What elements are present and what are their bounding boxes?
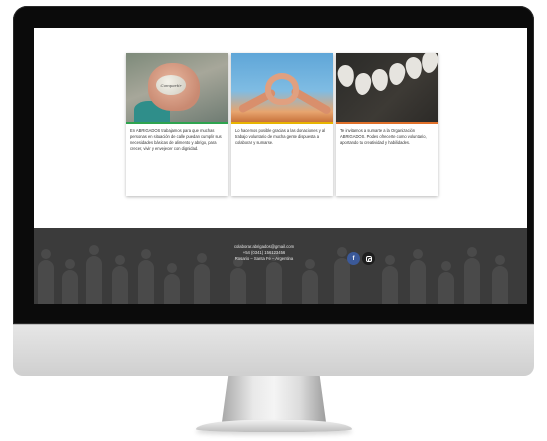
paper-heart xyxy=(370,68,390,92)
card-image-hand-stone: Compartir xyxy=(126,53,228,122)
instagram-icon[interactable] xyxy=(362,252,375,265)
info-card-1: Compartir En ABRIGADOS trabajamos para q… xyxy=(126,53,228,196)
contact-info: colaborar.abrigados@gmail.com +54 (0341)… xyxy=(174,244,354,262)
silhouette xyxy=(464,247,480,304)
silhouette xyxy=(266,251,282,304)
silhouette xyxy=(492,255,508,304)
silhouette xyxy=(194,253,210,304)
card-text: Te invitamos a sumarte a la Organización… xyxy=(340,128,427,145)
card-image-paper-hearts xyxy=(336,53,438,122)
paper-heart xyxy=(420,53,438,75)
footer: colaborar.abrigados@gmail.com +54 (0341)… xyxy=(34,228,527,304)
silhouette xyxy=(438,261,454,304)
facebook-icon[interactable]: f xyxy=(347,252,360,265)
heart-shape xyxy=(265,73,299,105)
info-card-3: Te invitamos a sumarte a la Organización… xyxy=(336,53,438,196)
screen: Compartir En ABRIGADOS trabajamos para q… xyxy=(34,28,527,304)
silhouette xyxy=(62,259,78,304)
paper-heart xyxy=(404,55,424,81)
card-image-heart-hands xyxy=(231,53,333,122)
monitor-stand xyxy=(222,376,326,422)
silhouette xyxy=(334,247,350,304)
silhouette xyxy=(138,249,154,304)
facebook-glyph: f xyxy=(352,255,355,262)
silhouette xyxy=(410,249,426,304)
camera-glyph xyxy=(365,255,372,262)
monitor-chin xyxy=(13,324,534,376)
silhouette xyxy=(38,249,54,304)
paper-heart xyxy=(336,63,356,89)
silhouette xyxy=(382,255,398,304)
contact-location: Rosario – Santa Fe – Argentina xyxy=(234,256,294,261)
card-text: Lo hacemos posible gracias a las donacio… xyxy=(235,128,326,145)
paper-heart xyxy=(387,61,407,87)
silhouette xyxy=(302,259,318,304)
silhouette xyxy=(112,255,128,304)
silhouette xyxy=(86,245,102,304)
monitor-stand-base xyxy=(196,420,352,432)
main-content: Compartir En ABRIGADOS trabajamos para q… xyxy=(34,28,527,228)
paper-heart xyxy=(353,72,373,96)
stone-caption: Compartir xyxy=(156,75,186,95)
silhouette xyxy=(230,257,246,304)
card-text: En ABRIGADOS trabajamos para que muchas … xyxy=(130,128,222,151)
silhouette xyxy=(164,263,180,304)
info-card-2: Lo hacemos posible gracias a las donacio… xyxy=(231,53,333,196)
